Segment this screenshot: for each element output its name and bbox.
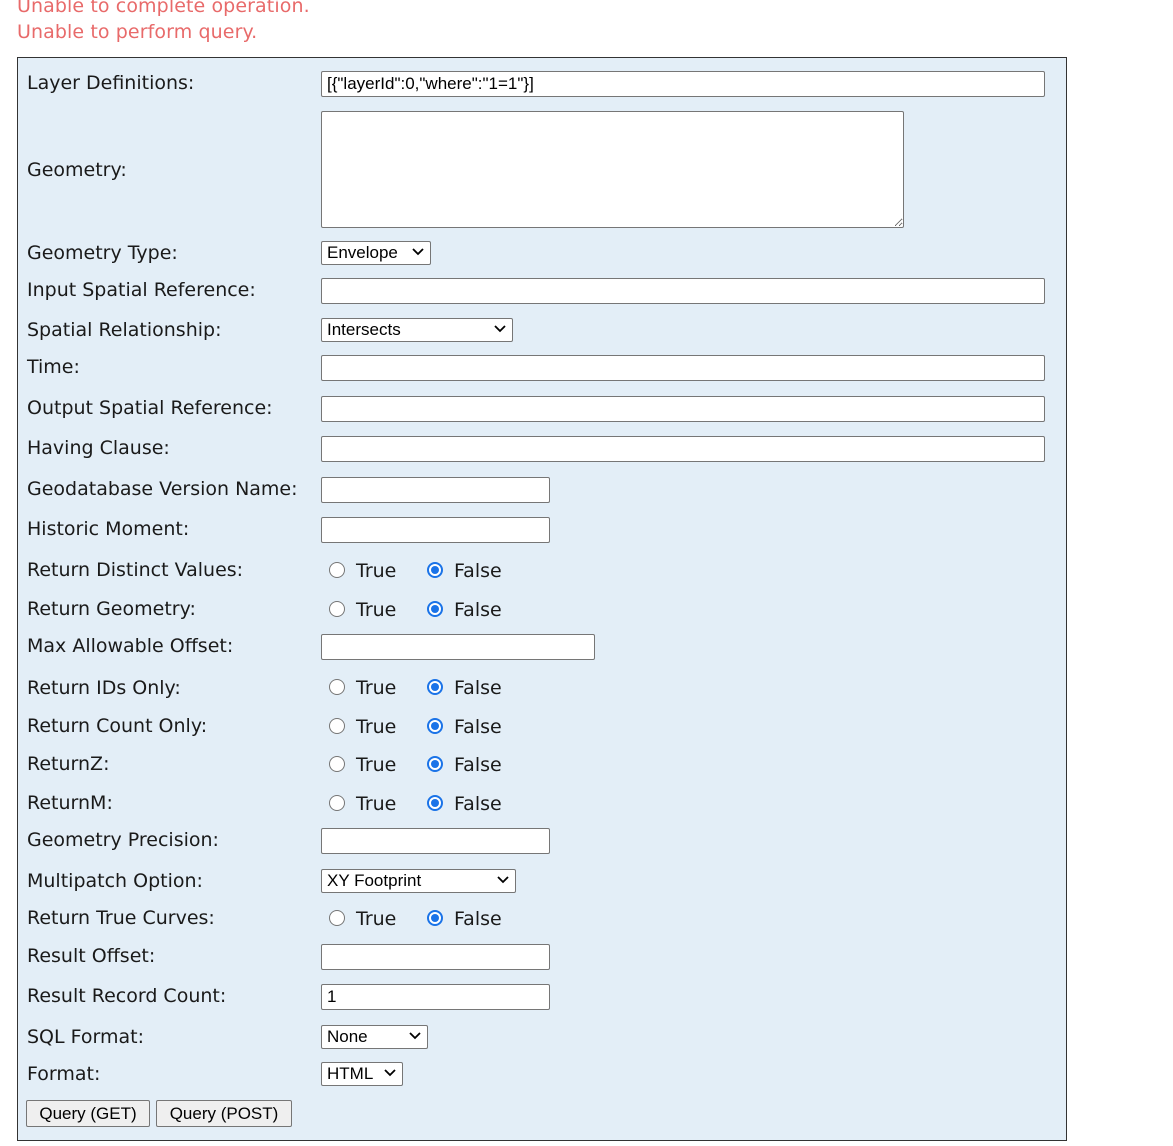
radio-true[interactable] xyxy=(329,718,345,734)
query-get-button[interactable]: Query (GET) xyxy=(26,1100,150,1127)
radio-false[interactable] xyxy=(427,562,443,578)
geometry-type-select[interactable]: Envelope xyxy=(321,241,431,265)
return-distinct-values-label: Return Distinct Values: xyxy=(27,559,244,581)
radio-true-label: True xyxy=(356,793,397,815)
radio-true-label: True xyxy=(356,560,397,582)
max-allowable-offset-input[interactable] xyxy=(321,634,595,660)
geometry-label: Geometry: xyxy=(27,159,127,181)
output-spatial-reference-input[interactable] xyxy=(321,396,1045,422)
radio-false-label: False xyxy=(454,716,502,738)
chevron-down-icon xyxy=(494,325,506,333)
radio-false[interactable] xyxy=(427,795,443,811)
return-true-curves-label: Return True Curves: xyxy=(27,907,215,929)
historic-moment-label: Historic Moment: xyxy=(27,518,190,540)
radio-true-label: True xyxy=(356,754,397,776)
radio-true[interactable] xyxy=(329,756,345,772)
radio-false-label: False xyxy=(454,677,502,699)
result-offset-input[interactable] xyxy=(321,944,550,970)
sql-format-label: SQL Format: xyxy=(27,1026,144,1048)
multipatch-option-label: Multipatch Option: xyxy=(27,870,203,892)
radio-false[interactable] xyxy=(427,756,443,772)
return-m-label: ReturnM: xyxy=(27,792,113,814)
return-geometry-label: Return Geometry: xyxy=(27,598,196,620)
historic-moment-input[interactable] xyxy=(321,517,550,543)
radio-false-label: False xyxy=(454,793,502,815)
chevron-down-icon xyxy=(384,1069,396,1077)
radio-true-label: True xyxy=(356,908,397,930)
result-record-count-label: Result Record Count: xyxy=(27,985,227,1007)
result-offset-label: Result Offset: xyxy=(27,945,156,967)
radio-true[interactable] xyxy=(329,562,345,578)
query-form: Layer Definitions: Geometry: Geometry Ty… xyxy=(17,57,1067,1141)
query-post-button[interactable]: Query (POST) xyxy=(156,1100,292,1127)
input-spatial-reference-input[interactable] xyxy=(321,278,1045,304)
chevron-down-icon xyxy=(409,1032,421,1040)
spatial-relationship-select[interactable]: Intersects xyxy=(321,318,513,342)
multipatch-option-select[interactable]: XY Footprint xyxy=(321,869,516,893)
format-value: HTML xyxy=(327,1064,374,1083)
radio-true[interactable] xyxy=(329,795,345,811)
geometry-type-value: Envelope xyxy=(327,243,398,262)
error-message: Unable to perform query. xyxy=(17,21,258,43)
input-spatial-reference-label: Input Spatial Reference: xyxy=(27,279,256,301)
gdb-version-label: Geodatabase Version Name: xyxy=(27,478,298,500)
return-ids-only-label: Return IDs Only: xyxy=(27,677,181,699)
radio-true-label: True xyxy=(356,677,397,699)
sql-format-select[interactable]: None xyxy=(321,1025,428,1049)
geometry-textarea[interactable] xyxy=(321,111,904,228)
time-label: Time: xyxy=(27,356,80,378)
radio-false[interactable] xyxy=(427,601,443,617)
radio-true[interactable] xyxy=(329,601,345,617)
chevron-down-icon xyxy=(412,248,424,256)
radio-false-label: False xyxy=(454,560,502,582)
format-label: Format: xyxy=(27,1063,101,1085)
sql-format-value: None xyxy=(327,1027,368,1046)
chevron-down-icon xyxy=(497,876,509,884)
max-allowable-offset-label: Max Allowable Offset: xyxy=(27,635,234,657)
radio-false[interactable] xyxy=(427,679,443,695)
radio-false-label: False xyxy=(454,599,502,621)
spatial-relationship-label: Spatial Relationship: xyxy=(27,319,222,341)
radio-true[interactable] xyxy=(329,679,345,695)
radio-true-label: True xyxy=(356,599,397,621)
radio-true-label: True xyxy=(356,716,397,738)
radio-false[interactable] xyxy=(427,910,443,926)
radio-false[interactable] xyxy=(427,718,443,734)
return-z-label: ReturnZ: xyxy=(27,753,110,775)
result-record-count-input[interactable] xyxy=(321,984,550,1010)
return-count-only-label: Return Count Only: xyxy=(27,715,208,737)
radio-false-label: False xyxy=(454,754,502,776)
multipatch-option-value: XY Footprint xyxy=(327,871,422,890)
layer-definitions-input[interactable] xyxy=(321,71,1045,97)
time-input[interactable] xyxy=(321,355,1045,381)
geometry-type-label: Geometry Type: xyxy=(27,242,178,264)
layer-definitions-label: Layer Definitions: xyxy=(27,72,195,94)
radio-true[interactable] xyxy=(329,910,345,926)
having-clause-input[interactable] xyxy=(321,436,1045,462)
gdb-version-input[interactable] xyxy=(321,477,550,503)
error-message: Unable to complete operation. xyxy=(17,0,310,17)
having-clause-label: Having Clause: xyxy=(27,437,170,459)
spatial-relationship-value: Intersects xyxy=(327,320,401,339)
format-select[interactable]: HTML xyxy=(321,1062,403,1086)
output-spatial-reference-label: Output Spatial Reference: xyxy=(27,397,273,419)
geometry-precision-input[interactable] xyxy=(321,828,550,854)
geometry-precision-label: Geometry Precision: xyxy=(27,829,219,851)
radio-false-label: False xyxy=(454,908,502,930)
